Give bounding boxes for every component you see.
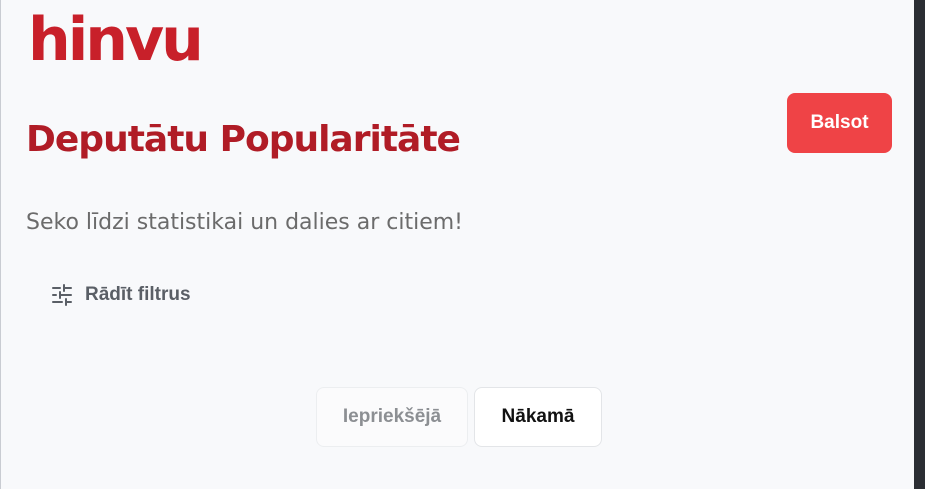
sliders-icon (51, 283, 73, 307)
next-page-button[interactable]: Nākamā (474, 387, 602, 447)
show-filters-toggle[interactable]: Rādīt filtrus (51, 283, 191, 307)
logo[interactable]: hinvu (28, 10, 204, 70)
page-subtitle: Seko līdzi statistikai un dalies ar citi… (26, 210, 463, 235)
show-filters-label: Rādīt filtrus (85, 284, 191, 305)
pagination: Iepriekšējā Nākamā (316, 387, 602, 447)
vote-button[interactable]: Balsot (787, 93, 892, 153)
window-edge (914, 0, 925, 489)
page: hinvu Deputātu Popularitāte Balsot Seko … (0, 0, 925, 489)
page-title: Deputātu Popularitāte (26, 119, 461, 160)
previous-page-button[interactable]: Iepriekšējā (316, 387, 468, 447)
